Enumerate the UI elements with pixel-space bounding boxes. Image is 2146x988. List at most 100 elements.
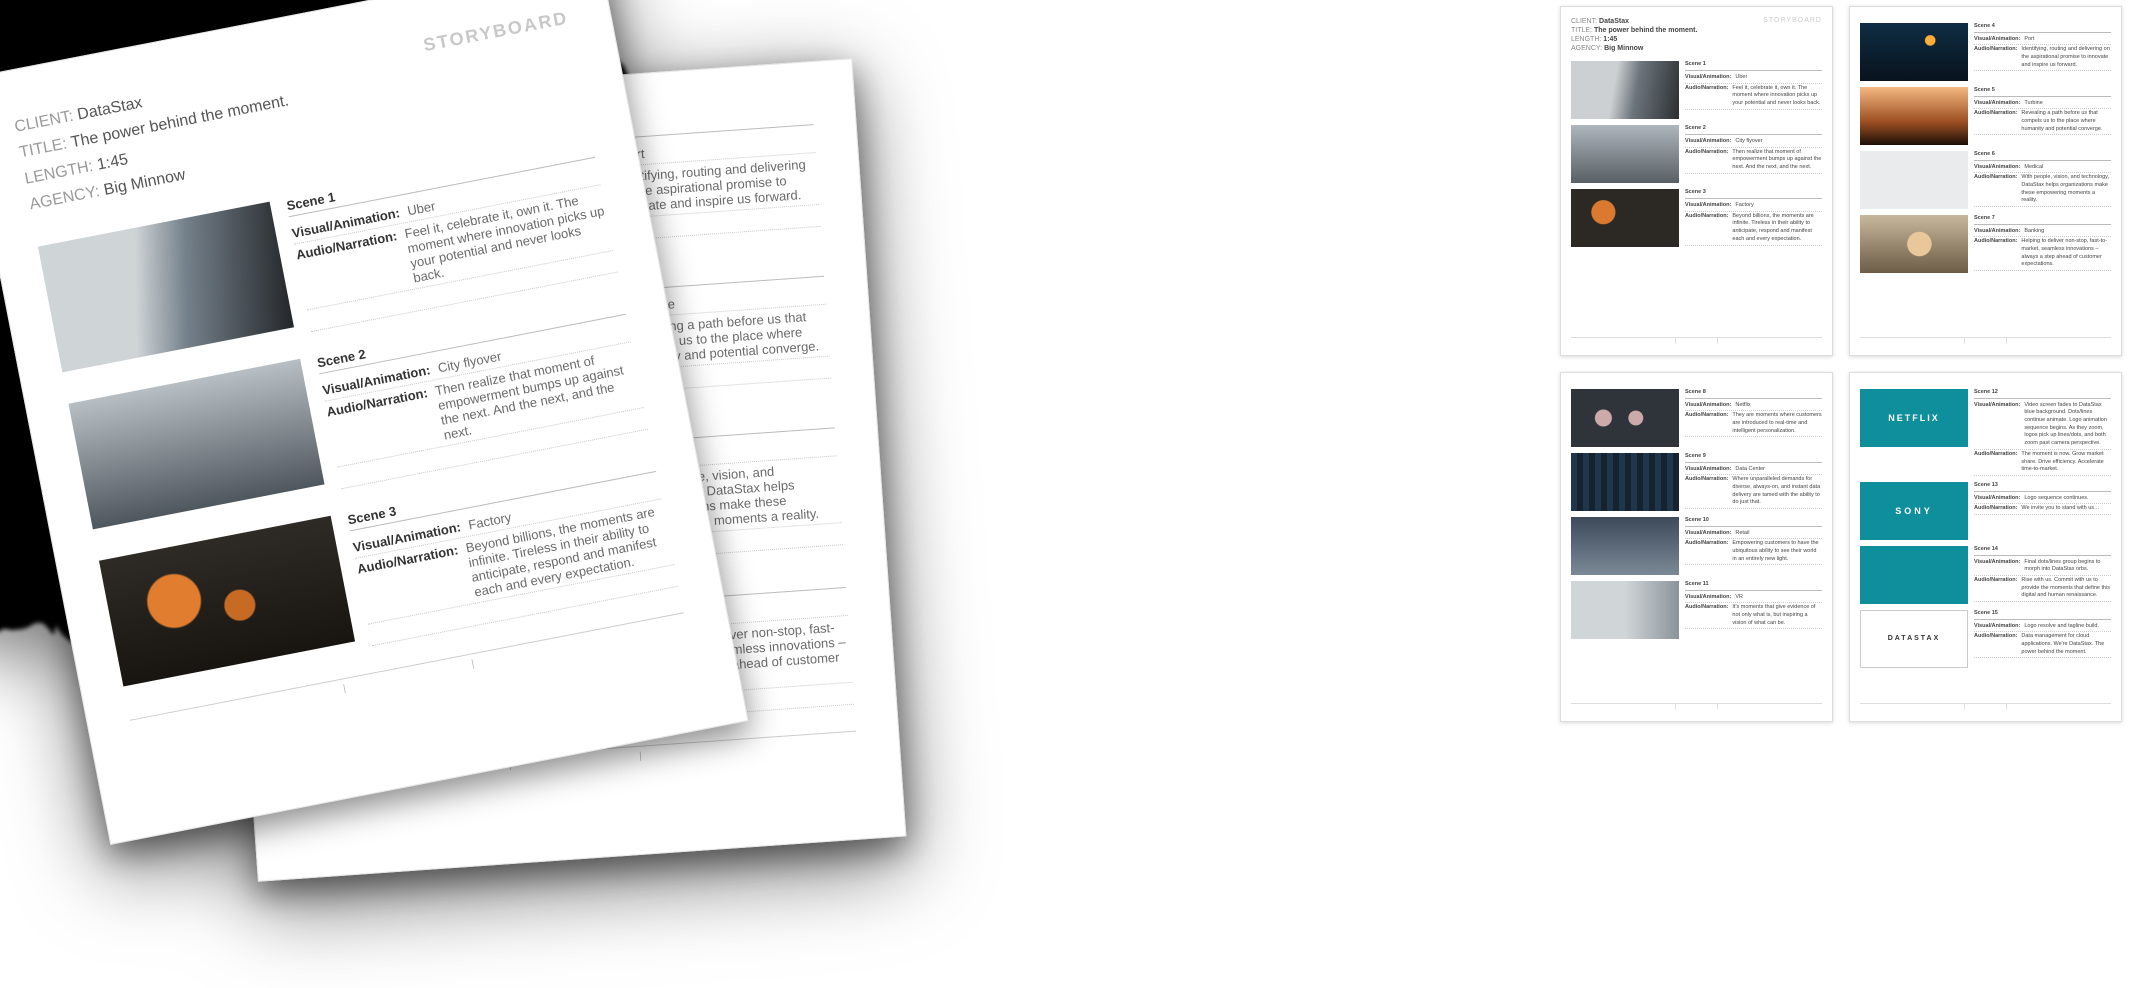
scene: Scene 2 Visual/Animation:City flyover Au… [68,296,648,537]
scene-heading: Scene 10 [1685,517,1822,527]
mini-sheets-grid: CLIENT: DataStax TITLE: The power behind… [1560,6,2122,722]
thumb-bank [1860,215,1968,273]
scene-heading: Scene 5 [1974,87,2111,97]
thumb-vr [1571,581,1679,639]
scene-desc: Scene 5 Visual/Animation:Turbine Audio/N… [512,258,832,407]
mini-scene: Scene 7 Visual/Animation:Banking Audio/N… [1860,215,2111,273]
scene-heading: Scene 2 [1685,125,1822,135]
storyboard-sheet-front: CLIENT: DataStax TITLE: The power behind… [0,0,748,845]
mini-scene: Scene 10 Visual/Animation:Retail Audio/N… [1571,517,1822,575]
thumb-bank [282,592,526,736]
scene-heading: Scene 1 [285,139,595,217]
thumb-retail [1571,517,1679,575]
thumb-dc [1571,453,1679,511]
header: CLIENT: DataStax TITLE: The power behind… [12,8,586,219]
thumb-medical [271,432,515,576]
scene-desc: Scene 2 Visual/Animation:City flyover Au… [316,296,648,489]
thumb-netflix: NETFLIX [1860,389,1968,447]
scene-desc: Scene 7 Visual/Animation:Banking Audio/N… [533,569,854,726]
thumb-netflix-people [1571,389,1679,447]
scene-desc: Scene 14 Visual/Animation:Final dots/lin… [1974,546,2111,604]
thumb-port [250,129,494,273]
mini-scene: Scene 1 Visual/Animation:Uber Audio/Narr… [1571,61,1822,119]
scene-desc: Scene 15 Visual/Animation:Logo resolve a… [1974,610,2111,668]
scene-desc: Scene 3 Visual/Animation:Factory Audio/N… [1685,189,1822,247]
scene-desc: Scene 12 Visual/Animation:Video screen f… [1974,389,2111,476]
thumb-turbine [1860,87,1968,145]
mini-scene: SONY Scene 13 Visual/Animation:Logo sequ… [1860,482,2111,540]
thumb-blank [1860,546,1968,604]
stacked-sheets: Scene 4 Visual/Animation:Port Audio/Narr… [0,0,1000,988]
scene-heading: Scene 11 [1685,581,1822,591]
scene-desc: Scene 10 Visual/Animation:Retail Audio/N… [1685,517,1822,575]
scene-desc: Scene 6 Visual/Animation:Medical Audio/N… [522,409,843,566]
doctype-label: STORYBOARD [422,8,586,140]
thumb-factory [99,515,355,686]
scene-desc: Scene 1 Visual/Animation:Uber Audio/Narr… [1685,61,1822,119]
mini-sheet-3: Scene 8 Visual/Animation:Netflix Audio/N… [1560,372,1833,722]
scene-desc: Scene 11 Visual/Animation:VR Audio/Narra… [1685,581,1822,639]
scene-heading: Scene 7 [1974,215,2111,225]
scene: Scene 5 Visual/Animation:Turbine Audio/N… [260,258,832,425]
scene-desc: Scene 1 Visual/Animation:Uber Audio/Narr… [285,139,617,332]
doctype-label: STORYBOARD [1763,17,1822,53]
mini-scene: Scene 8 Visual/Animation:Netflix Audio/N… [1571,389,1822,447]
thumb-factory [1571,189,1679,247]
mini-scene: Scene 3 Visual/Animation:Factory Audio/N… [1571,189,1822,247]
scene-desc: Scene 3 Visual/Animation:Factory Audio/N… [346,453,678,646]
ink-blob [0,0,588,531]
scene-heading: Scene 15 [1974,610,2111,620]
mini-scene: DATASTAX Scene 15 Visual/Animation:Logo … [1860,610,2111,668]
scene-desc: Scene 6 Visual/Animation:Medical Audio/N… [1974,151,2111,209]
scene-heading: Scene 6 [1974,151,2111,161]
scene-desc: Scene 13 Visual/Animation:Logo sequence … [1974,482,2111,540]
scene-desc: Scene 5 Visual/Animation:Turbine Audio/N… [1974,87,2111,145]
mini-scene: Scene 9 Visual/Animation:Data Center Aud… [1571,453,1822,511]
scene-desc: Scene 2 Visual/Animation:City flyover Au… [1685,125,1822,183]
scene-heading: Scene 8 [1685,389,1822,399]
scene-heading: Scene 7 [533,569,846,610]
scene-desc: Scene 4 Visual/Animation:Port Audio/Narr… [501,106,821,255]
mini-scene: Scene 11 Visual/Animation:VR Audio/Narra… [1571,581,1822,639]
thumb-datastax: DATASTAX [1860,610,1968,668]
mini-scene: Scene 4 Visual/Animation:Port Audio/Narr… [1860,23,2111,81]
scene: Scene 7 Visual/Animation:Banking Audio/N… [282,569,854,744]
thumb-medical [1860,151,1968,209]
scene-desc: Scene 9 Visual/Animation:Data Center Aud… [1685,453,1822,511]
mini-scene: Scene 14 Visual/Animation:Final dots/lin… [1860,546,2111,604]
scene-desc: Scene 8 Visual/Animation:Netflix Audio/N… [1685,389,1822,447]
thumb-uber [38,201,294,372]
scene-heading: Scene 5 [512,258,825,299]
scene: Scene 3 Visual/Animation:Factory Audio/N… [99,453,679,694]
thumb-sony: SONY [1860,482,1968,540]
scene-heading: Scene 12 [1974,389,2111,399]
mini-scene: Scene 5 Visual/Animation:Turbine Audio/N… [1860,87,2111,145]
mini-sheet-1: CLIENT: DataStax TITLE: The power behind… [1560,6,1833,356]
scene-desc: Scene 4 Visual/Animation:Port Audio/Narr… [1974,23,2111,81]
thumb-port [1860,23,1968,81]
mini-scene: Scene 6 Visual/Animation:Medical Audio/N… [1860,151,2111,209]
scene-heading: Scene 13 [1974,482,2111,492]
thumb-city [68,358,324,529]
thumb-turbine [260,281,504,425]
storyboard-sheet-back: Scene 4 Visual/Animation:Port Audio/Narr… [204,58,907,881]
scene-heading: Scene 3 [1685,189,1822,199]
scene-heading: Scene 4 [1974,23,2111,33]
scene-heading: Scene 4 [501,106,814,147]
thumb-uber [1571,61,1679,119]
mini-sheet-2: Scene 4 Visual/Animation:Port Audio/Narr… [1849,6,2122,356]
scene: Scene 6 Visual/Animation:Medical Audio/N… [271,409,843,584]
scene-desc: Scene 7 Visual/Animation:Banking Audio/N… [1974,215,2111,273]
scene-heading: Scene 3 [346,453,656,531]
scene-heading: Scene 6 [522,409,835,450]
mini-sheet-4: NETFLIX Scene 12 Visual/Animation:Video … [1849,372,2122,722]
mini-header: CLIENT: DataStax TITLE: The power behind… [1571,17,1822,53]
scene-heading: Scene 1 [1685,61,1822,71]
scene-heading: Scene 9 [1685,453,1822,463]
scene-heading: Scene 2 [316,296,626,374]
mini-scene: Scene 2 Visual/Animation:City flyover Au… [1571,125,1822,183]
scene: Scene 4 Visual/Animation:Port Audio/Narr… [250,106,822,273]
thumb-city [1571,125,1679,183]
mini-scene: NETFLIX Scene 12 Visual/Animation:Video … [1860,389,2111,476]
scene: Scene 1 Visual/Animation:Uber Audio/Narr… [38,139,618,380]
